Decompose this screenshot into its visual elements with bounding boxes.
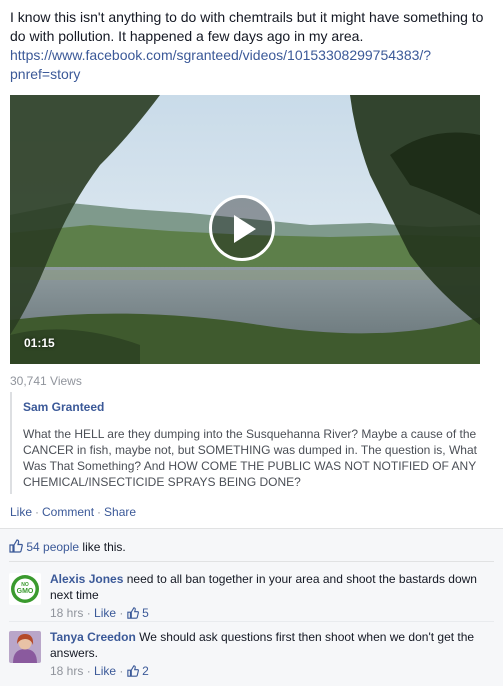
play-icon	[234, 215, 256, 243]
post-link[interactable]: https://www.facebook.com/sgranteed/video…	[10, 46, 490, 84]
avatar[interactable]: NO GMO	[9, 573, 41, 605]
shared-post: Sam Granteed What the HELL are they dump…	[10, 392, 480, 494]
play-button[interactable]	[209, 195, 275, 261]
comment-like-count[interactable]: 5	[142, 606, 149, 620]
likes-summary: 54 people like this.	[9, 539, 126, 554]
thumbs-up-icon	[127, 607, 139, 619]
meta-separator: ·	[119, 664, 127, 678]
thumbs-up-icon	[127, 665, 139, 677]
like-button[interactable]: Like	[10, 505, 32, 519]
likes-suffix: like this.	[79, 540, 126, 554]
comment-content: Alexis Jones need to all ban together in…	[50, 571, 490, 621]
post-actions: Like · Comment · Share	[10, 505, 136, 519]
shared-author[interactable]: Sam Granteed	[23, 400, 480, 414]
likes-count[interactable]: 54 people	[26, 540, 79, 554]
shared-body: What the HELL are they dumping into the …	[23, 427, 477, 489]
comment-time[interactable]: 18 hrs	[50, 606, 83, 620]
video-views: 30,741 Views	[10, 374, 82, 388]
comment-button[interactable]: Comment	[42, 505, 94, 519]
divider	[9, 561, 494, 562]
ufi-panel: 54 people like this. NO GMO Alexis Jones…	[0, 528, 503, 686]
thumbs-up-icon	[9, 539, 23, 553]
comment-time[interactable]: 18 hrs	[50, 664, 83, 678]
video-duration: 01:15	[24, 336, 55, 350]
comment-author[interactable]: Alexis Jones	[50, 572, 123, 586]
comment-body: Alexis Jones need to all ban together in…	[50, 571, 490, 603]
avatar-label-main: GMO	[17, 588, 34, 595]
avatar[interactable]	[9, 631, 41, 663]
meta-separator: ·	[119, 606, 127, 620]
video-player[interactable]: 01:15	[10, 95, 480, 364]
comment-like-count[interactable]: 2	[142, 664, 149, 678]
comment-content: Tanya Creedon We should ask questions fi…	[50, 629, 490, 679]
meta-separator: ·	[86, 664, 95, 678]
comment-like-button[interactable]: Like	[94, 664, 116, 678]
comment-author[interactable]: Tanya Creedon	[50, 630, 136, 644]
comment-body: Tanya Creedon We should ask questions fi…	[50, 629, 490, 661]
comment-meta: 18 hrs · Like · 2	[50, 663, 490, 679]
meta-separator: ·	[86, 606, 95, 620]
post-text: I know this isn't anything to do with ch…	[10, 8, 490, 84]
action-separator: ·	[35, 505, 40, 519]
share-button[interactable]: Share	[104, 505, 136, 519]
divider	[9, 621, 494, 622]
comment-meta: 18 hrs · Like · 5	[50, 605, 490, 621]
comment-like-button[interactable]: Like	[94, 606, 116, 620]
action-separator: ·	[97, 505, 102, 519]
no-gmo-avatar-icon: NO GMO	[9, 573, 41, 605]
post-message: I know this isn't anything to do with ch…	[10, 9, 484, 44]
user-avatar-icon	[9, 631, 41, 663]
